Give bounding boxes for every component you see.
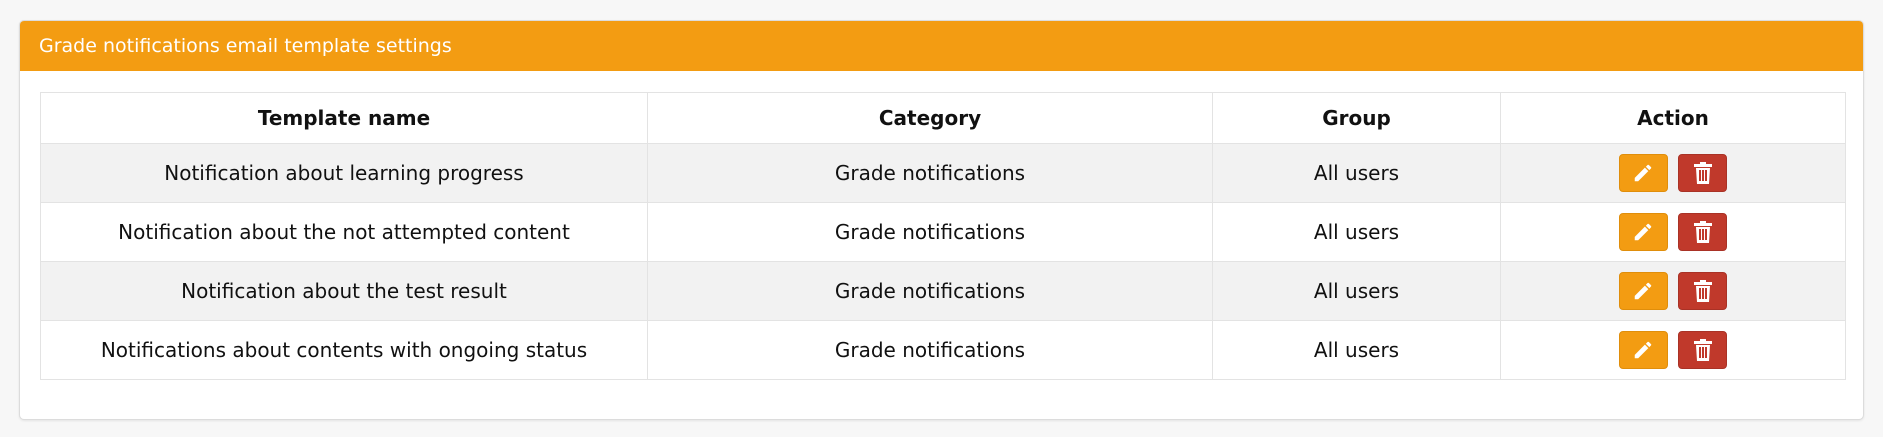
pencil-icon: [1635, 223, 1652, 241]
edit-button[interactable]: [1618, 272, 1668, 310]
action-cell: [1500, 202, 1846, 262]
delete-button[interactable]: [1678, 213, 1728, 251]
category-cell: Grade notifications: [647, 202, 1213, 262]
table-row: Notification about the not attempted con…: [40, 202, 1846, 262]
table-row: Notification about learning progress Gra…: [40, 143, 1846, 203]
table-header-row: Template name Category Group Action: [40, 92, 1846, 144]
action-cell: [1500, 261, 1846, 321]
delete-button[interactable]: [1678, 272, 1728, 310]
category-cell: Grade notifications: [647, 320, 1213, 380]
category-cell: Grade notifications: [647, 143, 1213, 203]
action-cell: [1500, 320, 1846, 380]
edit-button[interactable]: [1618, 331, 1668, 369]
category-cell: Grade notifications: [647, 261, 1213, 321]
group-cell: All users: [1212, 320, 1501, 380]
trash-icon: [1693, 221, 1712, 243]
column-header-template-name: Template name: [40, 92, 648, 144]
template-name-cell: Notification about learning progress: [40, 143, 648, 203]
trash-icon: [1693, 339, 1712, 361]
group-cell: All users: [1212, 261, 1501, 321]
group-cell: All users: [1212, 143, 1501, 203]
trash-icon: [1693, 280, 1712, 302]
pencil-icon: [1635, 282, 1652, 300]
pencil-icon: [1635, 164, 1652, 182]
table-row: Notification about the test result Grade…: [40, 261, 1846, 321]
templates-table: Template name Category Group Action Noti…: [40, 92, 1846, 380]
template-settings-panel: Grade notifications email template setti…: [19, 20, 1864, 420]
column-header-action: Action: [1500, 92, 1846, 144]
template-name-cell: Notifications about contents with ongoin…: [40, 320, 648, 380]
table-row: Notifications about contents with ongoin…: [40, 320, 1846, 380]
column-header-group: Group: [1212, 92, 1501, 144]
template-name-cell: Notification about the test result: [40, 261, 648, 321]
delete-button[interactable]: [1678, 331, 1728, 369]
edit-button[interactable]: [1618, 154, 1668, 192]
delete-button[interactable]: [1678, 154, 1728, 192]
action-cell: [1500, 143, 1846, 203]
pencil-icon: [1635, 341, 1652, 359]
edit-button[interactable]: [1618, 213, 1668, 251]
column-header-category: Category: [647, 92, 1213, 144]
panel-title: Grade notifications email template setti…: [20, 21, 1863, 71]
group-cell: All users: [1212, 202, 1501, 262]
trash-icon: [1693, 162, 1712, 184]
template-name-cell: Notification about the not attempted con…: [40, 202, 648, 262]
